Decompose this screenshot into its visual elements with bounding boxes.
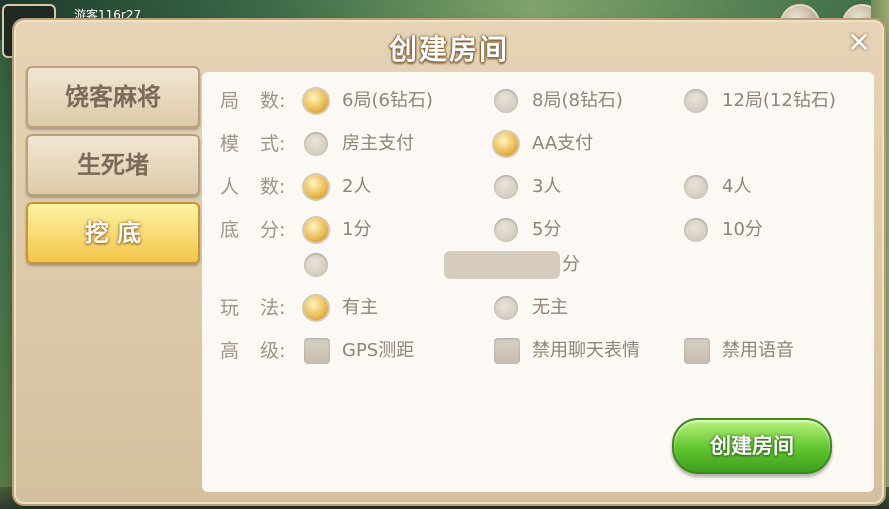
play-style-row: 玩法: 有主 无主 [202,293,874,323]
rounds-row: 局数: 6局(6钻石) 8局(8钻石) 12局(12钻石) [202,86,874,116]
options-panel: 局数: 6局(6钻石) 8局(8钻石) 12局(12钻石) 模式: 房主支付 A… [202,72,874,492]
mode-row: 模式: 房主支付 AA支付 [202,129,874,159]
dialog-title: 创建房间 [388,33,509,66]
tab-label: 饶客麻将 [65,83,161,111]
players-label: 人数: [220,176,286,198]
tab-label: 生死堵 [77,151,149,179]
custom-score-input[interactable] [444,251,560,279]
tab-wadi[interactable]: 挖 底 [26,202,200,264]
radio-icon[interactable] [304,253,328,277]
close-icon[interactable]: ✕ [844,28,874,58]
radio-icon[interactable] [684,89,708,113]
mode-label: 模式: [220,133,286,155]
custom-score-unit: 分 [562,254,580,275]
create-room-button[interactable]: 创建房间 [672,418,832,474]
tab-raoke-mahjong[interactable]: 饶客麻将 [26,66,200,128]
players-row: 人数: 2人 3人 4人 [202,172,874,202]
create-room-dialog: 创建房间 ✕ 饶客麻将 生死堵 挖 底 局数: 6局(6钻石) 8局(8钻石) … [14,20,884,504]
tab-shengsidu[interactable]: 生死堵 [26,134,200,196]
radio-checked-icon[interactable] [494,132,518,156]
radio-checked-icon[interactable] [304,218,328,242]
advanced-label: 高级: [220,340,286,362]
radio-icon[interactable] [494,218,518,242]
checkbox-icon[interactable] [304,338,330,364]
base-score-label: 底分: [220,219,286,241]
radio-checked-icon[interactable] [304,175,328,199]
radio-icon[interactable] [494,89,518,113]
radio-checked-icon[interactable] [304,296,328,320]
rounds-label: 局数: [220,90,286,112]
play-style-label: 玩法: [220,297,286,319]
custom-score-row: 分 [202,250,874,280]
radio-icon[interactable] [684,218,708,242]
checkbox-icon[interactable] [494,338,520,364]
tab-label: 挖 底 [84,219,142,247]
radio-icon[interactable] [684,175,708,199]
custom-score-option[interactable]: 分 [304,250,604,280]
base-score-row: 底分: 1分 5分 10分 [202,215,874,245]
checkbox-icon[interactable] [684,338,710,364]
radio-icon[interactable] [494,175,518,199]
advanced-row: 高级: GPS测距 禁用聊天表情 禁用语音 [202,336,874,366]
radio-icon[interactable] [494,296,518,320]
radio-checked-icon[interactable] [304,89,328,113]
radio-icon[interactable] [304,132,328,156]
